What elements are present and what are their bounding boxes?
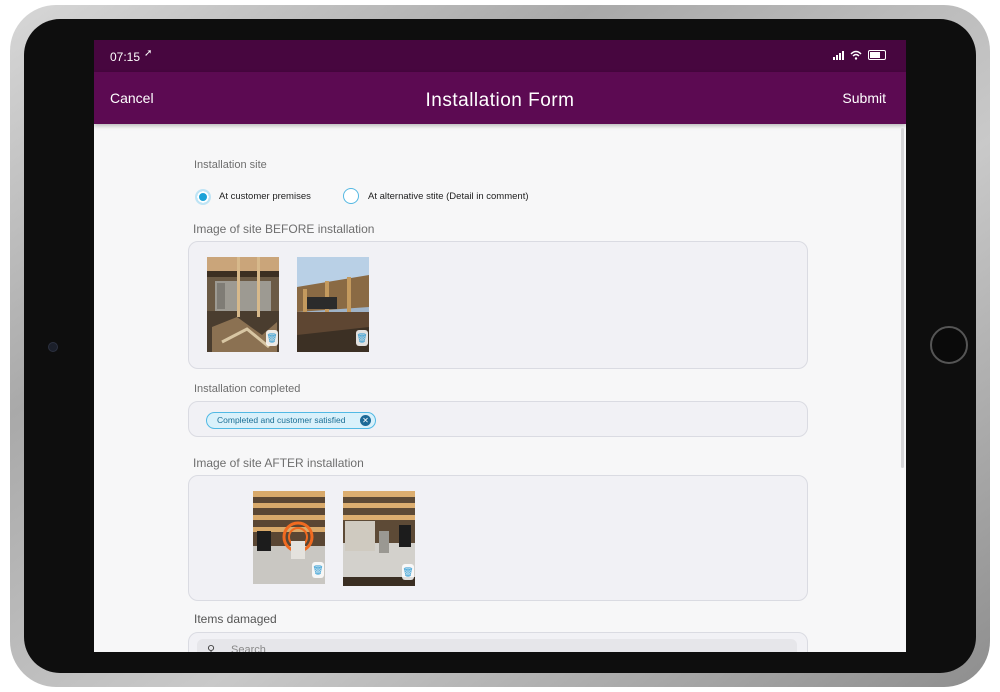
after-images-label: Image of site AFTER installation [193, 456, 364, 470]
radio-alternative-site-label: At alternative stite (Detail in comment) [368, 191, 529, 202]
completion-chip[interactable]: Completed and customer satisfied ✕ [206, 412, 376, 429]
after-images-panel: 🗑 🗑 [188, 475, 808, 601]
app-screen: 07:15 ➚ Cancel Installation Form Submit … [94, 40, 906, 652]
location-arrow-icon: ➚ [144, 48, 153, 59]
before-image-2[interactable]: 🗑 [297, 257, 369, 352]
radio-alternative-site[interactable] [343, 188, 359, 204]
status-icons [833, 50, 886, 60]
installation-site-label: Installation site [194, 159, 267, 171]
completion-chip-label: Completed and customer satisfied [217, 415, 346, 425]
installation-completed-label: Installation completed [194, 383, 301, 395]
camera-icon [48, 342, 58, 352]
trash-icon[interactable]: 🗑 [312, 562, 324, 578]
battery-icon [868, 50, 886, 60]
status-time: 07:15 [110, 50, 141, 64]
before-images-label: Image of site BEFORE installation [193, 222, 375, 236]
radio-customer-premises[interactable] [195, 189, 211, 205]
page-title: Installation Form [425, 90, 575, 111]
after-image-1[interactable]: 🗑 [253, 491, 325, 584]
close-icon[interactable]: ✕ [360, 415, 371, 426]
items-damaged-field: ⚲ Search [188, 632, 808, 652]
status-bar: 07:15 ➚ [94, 40, 906, 72]
before-images-panel: 🗑 🗑 [188, 241, 808, 369]
signal-icon [833, 50, 844, 60]
after-image-2[interactable]: 🗑 [343, 491, 415, 586]
trash-icon[interactable]: 🗑 [266, 330, 278, 346]
radio-customer-premises-label: At customer premises [219, 191, 311, 202]
search-placeholder: Search [231, 644, 266, 652]
scrollbar[interactable] [901, 128, 904, 468]
search-input[interactable]: ⚲ Search [197, 639, 797, 652]
trash-icon[interactable]: 🗑 [402, 564, 414, 580]
submit-button[interactable]: Submit [842, 90, 886, 106]
wifi-icon [850, 50, 862, 60]
search-icon: ⚲ [207, 644, 216, 652]
header-bar: Cancel Installation Form Submit [94, 72, 906, 124]
before-image-1[interactable]: 🗑 [207, 257, 279, 352]
items-damaged-label: Items damaged [194, 612, 277, 626]
home-button[interactable] [930, 326, 968, 364]
trash-icon[interactable]: 🗑 [356, 330, 368, 346]
